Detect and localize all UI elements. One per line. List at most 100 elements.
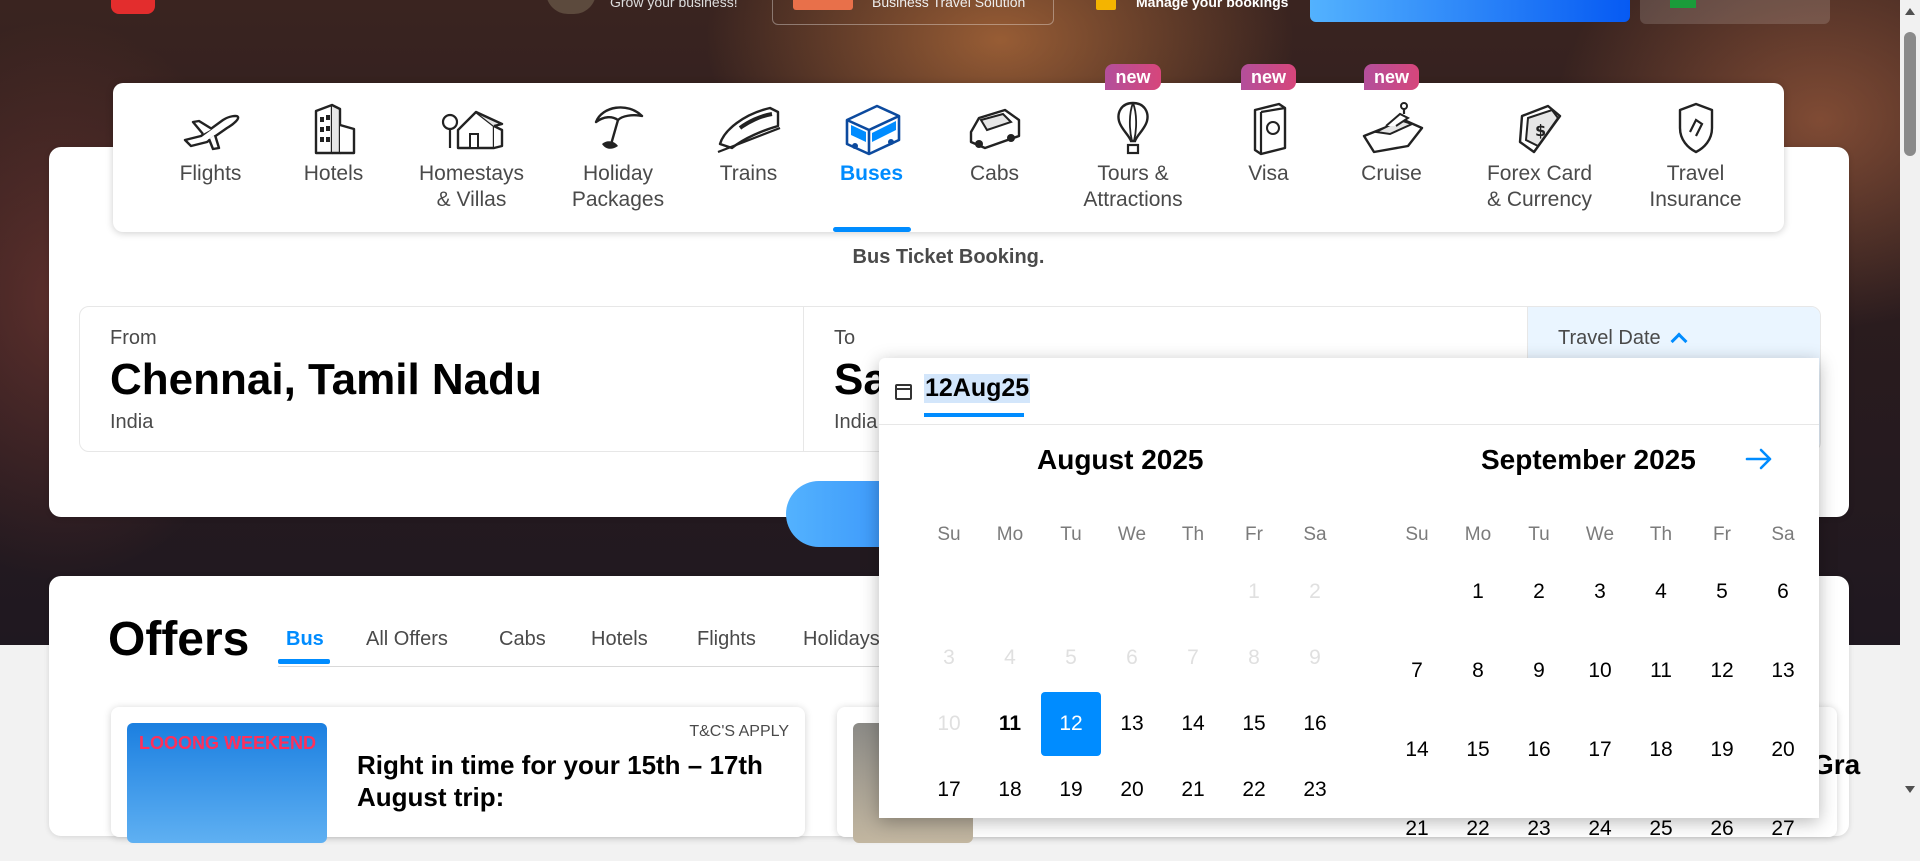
from-country: India	[110, 411, 154, 433]
scroll-down-icon[interactable]	[1905, 786, 1915, 793]
calendar-day[interactable]: 15	[1448, 718, 1508, 782]
brand-logo[interactable]	[111, 0, 155, 14]
nav-item-homestays[interactable]: Homestays & Villas	[399, 83, 544, 232]
flag-icon	[1670, 0, 1696, 8]
calendar-day[interactable]: 8	[1448, 639, 1508, 703]
calendar-day[interactable]: 17	[1570, 718, 1630, 782]
weekday-label: Tu	[1060, 524, 1082, 545]
nav-item-flights[interactable]: Flights	[153, 83, 268, 232]
selected-date[interactable]: 12	[1041, 692, 1101, 756]
calendar-day[interactable]: 12	[1692, 639, 1752, 703]
nav-label: Homestays & Villas	[418, 162, 525, 211]
calendar-day[interactable]: 15	[1224, 692, 1284, 756]
nav-label: Cabs	[969, 162, 1020, 185]
calendar-day[interactable]: 24	[1570, 797, 1630, 861]
calendar-day[interactable]: 26	[1692, 797, 1752, 861]
calendar-day[interactable]: 19	[1041, 758, 1101, 822]
calendar-day[interactable]: 16	[1509, 718, 1569, 782]
calendar-day[interactable]: 9	[1509, 639, 1569, 703]
nav-label: Flights	[179, 162, 242, 185]
nav-item-cruise[interactable]: new Cruise	[1334, 64, 1449, 232]
calendar-day[interactable]: 23	[1509, 797, 1569, 861]
calendar-day[interactable]: 18	[980, 758, 1040, 822]
calendar-icon	[895, 384, 912, 400]
calendar-day[interactable]: 18	[1631, 718, 1691, 782]
calendar-day[interactable]: 11	[980, 692, 1040, 756]
calendar-day: 8	[1248, 646, 1260, 669]
umbrella-icon	[583, 97, 653, 159]
mybiz-logo	[793, 0, 853, 10]
calendar-day[interactable]: 11	[1631, 639, 1691, 703]
nav-item-tours[interactable]: new Tours & Attractions	[1063, 64, 1203, 232]
calendar-day[interactable]: 14	[1163, 692, 1223, 756]
calendar-day[interactable]: 6	[1753, 560, 1813, 624]
calendar-day: 7	[1187, 646, 1199, 669]
offers-tab-bus[interactable]: Bus	[286, 628, 324, 651]
mybiz-text[interactable]: Business Travel Solution	[872, 0, 1025, 10]
calendar-day[interactable]: 3	[1570, 560, 1630, 624]
from-field[interactable]: From Chennai, Tamil Nadu India	[80, 307, 804, 451]
nav-item-insurance[interactable]: Travel Insurance	[1633, 83, 1758, 232]
nav-item-cabs[interactable]: Cabs	[937, 83, 1052, 232]
weekday-label: Th	[1649, 524, 1673, 545]
calendar-day[interactable]: 4	[1631, 560, 1691, 624]
login-button[interactable]	[1310, 0, 1630, 22]
manage-bookings-link[interactable]: Manage your bookings	[1136, 0, 1288, 10]
calendar-day[interactable]: 20	[1753, 718, 1813, 782]
weekday-label: We	[1585, 524, 1615, 545]
travel-date-text: Travel Date	[1558, 327, 1661, 349]
nav-item-visa[interactable]: new Visa	[1211, 64, 1326, 232]
from-label: From	[110, 327, 157, 349]
offers-tab-hotels[interactable]: Hotels	[591, 628, 648, 651]
calendar-day[interactable]: 20	[1102, 758, 1162, 822]
nav-item-forex[interactable]: $ Forex Card & Currency	[1457, 83, 1622, 232]
calendar-day[interactable]: 2	[1509, 560, 1569, 624]
country-selector[interactable]	[1640, 0, 1830, 24]
calendar-day[interactable]: 13	[1102, 692, 1162, 756]
page-scrollbar[interactable]	[1900, 0, 1920, 800]
weekday-label: Th	[1181, 524, 1205, 545]
new-badge: new	[1105, 64, 1161, 90]
calendar-day[interactable]: 16	[1285, 692, 1345, 756]
calendar-day[interactable]: 22	[1224, 758, 1284, 822]
next-month-arrow-icon[interactable]	[1744, 446, 1774, 472]
date-input[interactable]: 12Aug25	[924, 374, 1031, 403]
calendar-day[interactable]: 23	[1285, 758, 1345, 822]
calendar-day[interactable]: 22	[1448, 797, 1508, 861]
calendar-day[interactable]: 14	[1387, 718, 1447, 782]
cab-icon	[960, 97, 1030, 159]
nav-item-buses[interactable]: Buses	[814, 83, 929, 232]
calendar-day: 1	[1248, 580, 1260, 603]
calendar-day[interactable]: 25	[1631, 797, 1691, 861]
scroll-up-icon[interactable]	[1905, 8, 1915, 15]
calendar-day[interactable]: 1	[1448, 560, 1508, 624]
calendar-day[interactable]: 13	[1753, 639, 1813, 703]
weekday-label: Sa	[1303, 524, 1327, 545]
calendar-day[interactable]: 10	[1570, 639, 1630, 703]
offers-tab-cabs[interactable]: Cabs	[499, 628, 546, 651]
scrollbar-thumb[interactable]	[1904, 32, 1916, 156]
offer-title: Gra	[1812, 749, 1861, 780]
svg-text:$: $	[1535, 121, 1546, 140]
calendar-day[interactable]: 19	[1692, 718, 1752, 782]
nav-item-trains[interactable]: Trains	[691, 83, 806, 232]
grow-business-icon[interactable]	[546, 0, 596, 14]
calendar-day[interactable]: 17	[919, 758, 979, 822]
calendar-day[interactable]: 5	[1692, 560, 1752, 624]
nav-item-holiday-packages[interactable]: Holiday Packages	[553, 83, 683, 232]
calendar-day[interactable]: 27	[1753, 797, 1813, 861]
nav-item-hotels[interactable]: Hotels	[276, 83, 391, 232]
offer-card[interactable]: LOOONG WEEKEND T&C'S APPLY Right in time…	[111, 707, 805, 843]
new-badge: new	[1363, 64, 1419, 90]
passport-icon	[1234, 97, 1304, 159]
calendar-day[interactable]: 21	[1387, 797, 1447, 861]
offers-tab-all[interactable]: All Offers	[366, 628, 448, 651]
nav-label: Forex Card & Currency	[1486, 162, 1593, 211]
calendar-day[interactable]: 7	[1387, 639, 1447, 703]
offers-tab-flights[interactable]: Flights	[697, 628, 756, 651]
hotel-icon	[299, 97, 369, 159]
grow-business-text[interactable]: Grow your business!	[610, 0, 738, 10]
offers-active-indicator	[278, 659, 330, 664]
calendar-day[interactable]: 21	[1163, 758, 1223, 822]
offers-tab-holidays[interactable]: Holidays	[803, 628, 880, 651]
